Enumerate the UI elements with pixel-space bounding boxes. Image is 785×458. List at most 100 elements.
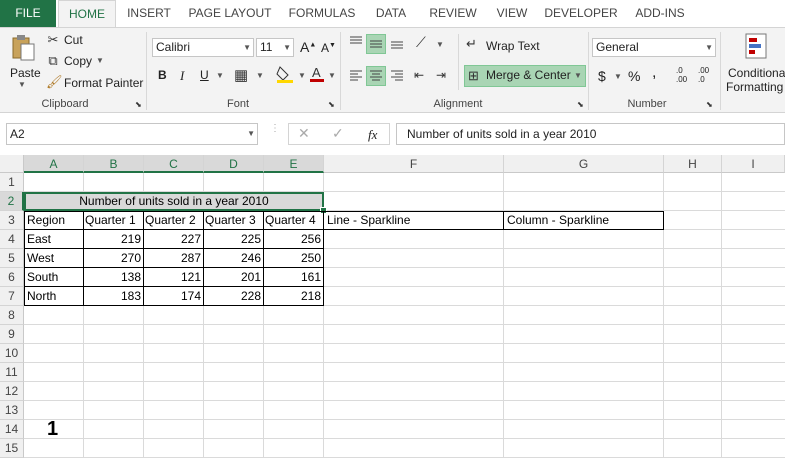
number-launcher-icon[interactable]: ⬊ [706, 100, 713, 109]
tab-file[interactable]: FILE [0, 0, 56, 27]
copy-dropdown-icon[interactable]: ▼ [96, 56, 104, 65]
column-header-f[interactable]: F [324, 155, 504, 173]
row-header-11[interactable]: 11 [0, 363, 24, 382]
insert-function-button[interactable]: fx [368, 127, 377, 143]
cut-button[interactable]: Cut [64, 33, 83, 47]
fill-color-icon[interactable] [276, 64, 294, 87]
cancel-icon[interactable]: ✕ [298, 125, 310, 142]
row-header-5[interactable]: 5 [0, 249, 24, 268]
format-painter-icon[interactable]: 🖌 [46, 74, 63, 90]
cell-value[interactable]: 225 [204, 230, 264, 249]
align-left-icon[interactable] [348, 68, 364, 84]
row-header-14[interactable]: 14 [0, 420, 24, 439]
cell-value[interactable]: 174 [144, 287, 204, 306]
font-launcher-icon[interactable]: ⬊ [328, 100, 335, 109]
cell-value[interactable]: 183 [84, 287, 144, 306]
tab-add-ins[interactable]: ADD-INS [628, 0, 692, 27]
row-header-3[interactable]: 3 [0, 211, 24, 230]
row-header-8[interactable]: 8 [0, 306, 24, 325]
conditional-formatting-label[interactable]: Conditional [728, 66, 785, 80]
copy-icon[interactable]: ⧉ [46, 53, 60, 69]
tab-insert[interactable]: INSERT [122, 0, 176, 27]
tab-page-layout[interactable]: PAGE LAYOUT [184, 0, 276, 27]
tab-home[interactable]: HOME [58, 0, 116, 27]
column-header-b[interactable]: B [84, 155, 144, 173]
cell-value[interactable]: 161 [264, 268, 324, 287]
format-painter-button[interactable]: Format Painter [64, 76, 143, 90]
cell-value[interactable]: 121 [144, 268, 204, 287]
header-quarter-2[interactable]: Quarter 2 [144, 211, 204, 230]
row-header-15[interactable]: 15 [0, 439, 24, 458]
currency-button[interactable]: $ [598, 68, 606, 84]
cell-value[interactable]: 228 [204, 287, 264, 306]
borders-dropdown-icon[interactable]: ▼ [256, 71, 264, 80]
column-header-i[interactable]: I [722, 155, 785, 173]
column-header-c[interactable]: C [144, 155, 204, 173]
increase-decimal-button[interactable]: .0 .00 [676, 66, 692, 84]
font-color-icon[interactable]: A [310, 64, 324, 87]
cell-value[interactable]: 287 [144, 249, 204, 268]
row-header-6[interactable]: 6 [0, 268, 24, 287]
column-header-h[interactable]: H [664, 155, 722, 173]
increase-indent-icon[interactable]: ⇥ [436, 68, 446, 82]
cell-region[interactable]: East [24, 230, 84, 249]
merge-dropdown-icon[interactable]: ▼ [574, 71, 582, 80]
row-header-1[interactable]: 1 [0, 173, 24, 192]
align-middle-button[interactable] [366, 34, 386, 54]
row-header-9[interactable]: 9 [0, 325, 24, 344]
fill-color-dropdown-icon[interactable]: ▼ [298, 71, 306, 80]
align-right-icon[interactable] [389, 68, 405, 84]
name-box[interactable]: A2 ▼ [6, 123, 258, 145]
decrease-indent-icon[interactable]: ⇤ [414, 68, 424, 82]
align-center-button[interactable] [366, 66, 386, 86]
column-header-a[interactable]: A [24, 155, 84, 173]
italic-button[interactable]: I [180, 68, 184, 84]
cell-value[interactable]: 219 [84, 230, 144, 249]
shrink-font-button[interactable]: A▼ [321, 41, 336, 55]
row-header-4[interactable]: 4 [0, 230, 24, 249]
worksheet-grid[interactable]: A B C D E F G H I 1 2 3 4 5 6 7 8 9 10 1… [0, 155, 785, 458]
clipboard-launcher-icon[interactable]: ⬊ [135, 100, 142, 109]
tab-view[interactable]: VIEW [490, 0, 534, 27]
tab-review[interactable]: REVIEW [424, 0, 482, 27]
header-quarter-1[interactable]: Quarter 1 [84, 211, 144, 230]
comma-button[interactable]: , [652, 64, 656, 82]
align-top-icon[interactable] [348, 34, 364, 50]
cut-icon[interactable]: ✂ [46, 32, 60, 48]
column-sparkline-header[interactable]: Column - Sparkline [504, 211, 664, 230]
tab-data[interactable]: DATA [366, 0, 416, 27]
wrap-text-icon[interactable]: ↵ [466, 36, 477, 52]
line-sparkline-header[interactable]: Line - Sparkline [324, 211, 504, 230]
title-cell[interactable]: Number of units sold in a year 2010 [24, 192, 324, 211]
cell-value[interactable]: 256 [264, 230, 324, 249]
paste-label[interactable]: Paste [10, 66, 41, 80]
row-header-2[interactable]: 2 [0, 192, 24, 211]
number-format-select[interactable]: General ▼ [592, 38, 716, 57]
paste-dropdown-icon[interactable]: ▼ [18, 80, 26, 89]
header-quarter-3[interactable]: Quarter 3 [204, 211, 264, 230]
grow-font-button[interactable]: A▲ [300, 39, 316, 55]
tab-formulas[interactable]: FORMULAS [284, 0, 360, 27]
conditional-formatting-icon[interactable] [744, 32, 770, 62]
row-header-10[interactable]: 10 [0, 344, 24, 363]
header-quarter-4[interactable]: Quarter 4 [264, 211, 324, 230]
column-header-e[interactable]: E [264, 155, 324, 173]
bold-button[interactable]: B [158, 68, 167, 82]
font-size-select[interactable]: 11 ▼ [256, 38, 294, 57]
column-header-d[interactable]: D [204, 155, 264, 173]
cell-value[interactable]: 227 [144, 230, 204, 249]
alignment-launcher-icon[interactable]: ⬊ [577, 100, 584, 109]
orientation-dropdown-icon[interactable]: ▼ [436, 40, 444, 49]
cell-region[interactable]: North [24, 287, 84, 306]
wrap-text-button[interactable]: Wrap Text [486, 39, 540, 53]
font-color-dropdown-icon[interactable]: ▼ [328, 71, 336, 80]
currency-dropdown-icon[interactable]: ▼ [614, 72, 622, 81]
cell-value[interactable]: 138 [84, 268, 144, 287]
row-header-7[interactable]: 7 [0, 287, 24, 306]
cell-value[interactable]: 250 [264, 249, 324, 268]
paste-icon[interactable] [10, 34, 36, 62]
row-header-12[interactable]: 12 [0, 382, 24, 401]
cell-value[interactable]: 246 [204, 249, 264, 268]
column-header-g[interactable]: G [504, 155, 664, 173]
row-header-13[interactable]: 13 [0, 401, 24, 420]
